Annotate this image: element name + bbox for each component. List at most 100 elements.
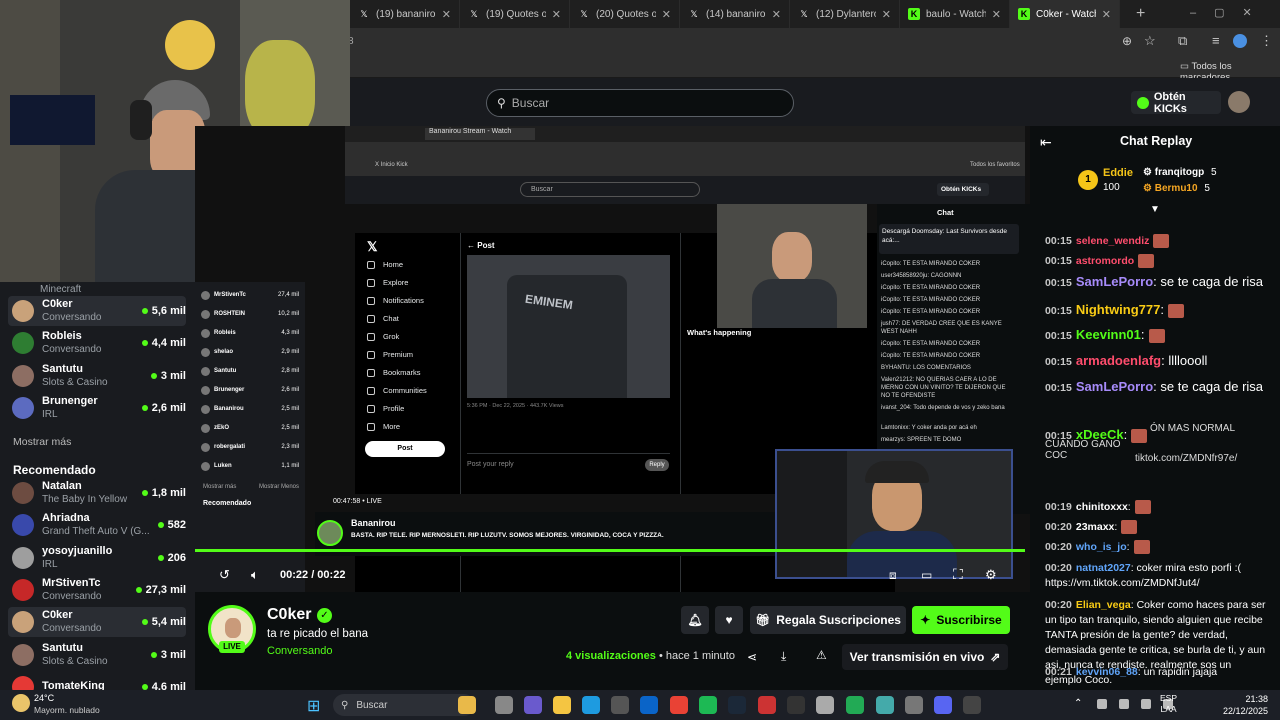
microphone-icon[interactable]	[1119, 699, 1129, 709]
media-icon[interactable]: ≡	[1212, 33, 1220, 48]
chat-username[interactable]: astromordo	[1076, 255, 1134, 267]
sidebar-channel[interactable]: yosoyjuanillo IRL 206	[8, 543, 186, 573]
app-icon[interactable]	[876, 696, 894, 714]
sidebar-channel[interactable]: Santutu Slots & Casino 3 mil	[8, 361, 186, 391]
menu-icon[interactable]: ⋮	[1260, 33, 1273, 49]
theater-mode-icon[interactable]: ▭	[921, 568, 932, 582]
file-explorer-icon[interactable]	[553, 696, 571, 714]
outlook-icon[interactable]	[640, 696, 658, 714]
browser-tab[interactable]: 𝕏 (14) bananirou o ✕	[680, 0, 790, 28]
sidebar-channel[interactable]: Santutu Slots & Casino 3 mil	[8, 640, 186, 670]
app-icon[interactable]	[758, 696, 776, 714]
leader-name[interactable]: Eddie	[1103, 167, 1133, 179]
chat-username[interactable]: Keevinn01	[1076, 327, 1141, 342]
close-tab-icon[interactable]: ✕	[992, 8, 1001, 21]
task-view-icon[interactable]	[495, 696, 513, 714]
store-icon[interactable]	[611, 696, 629, 714]
copilot-icon[interactable]	[524, 696, 542, 714]
chat-username[interactable]: SamLePorro	[1076, 379, 1153, 394]
taskbar-search[interactable]: ⚲ Buscar	[333, 694, 475, 716]
windows-start-icon[interactable]: ⊞	[307, 696, 320, 716]
sidebar-channel[interactable]: Brunenger IRL 2,6 mil	[8, 393, 186, 423]
new-tab-icon[interactable]: +	[1136, 5, 1145, 23]
video-player[interactable]: Bananirou Stream - Watch X Inicio Kick T…	[195, 126, 1030, 592]
clock[interactable]: 21:38 22/12/2025	[1206, 693, 1268, 717]
window-controls[interactable]: –▢✕	[1190, 6, 1270, 19]
second-leader[interactable]: ⚙ franqitogp 5	[1143, 167, 1217, 178]
chat-username[interactable]: who_is_jo	[1076, 541, 1127, 553]
steam-icon[interactable]	[728, 696, 746, 714]
user-avatar[interactable]	[1228, 91, 1250, 113]
close-tab-icon[interactable]: ✕	[552, 8, 561, 21]
report-icon[interactable]: ⚠	[816, 648, 827, 662]
chat-username[interactable]: Elian_vega	[1076, 599, 1131, 611]
expand-leaderboard-icon[interactable]: ▼	[1150, 204, 1160, 215]
app-icon[interactable]	[458, 696, 476, 714]
replay-icon[interactable]: ↺	[219, 567, 230, 583]
chat-username[interactable]: kevvin06_88	[1076, 666, 1138, 678]
fullscreen-icon[interactable]: ⛶	[953, 566, 963, 583]
extensions-icon[interactable]: ⧉	[1178, 33, 1187, 49]
gift-subs-button[interactable]: 🎁︎ Regala Suscripciones	[750, 606, 906, 634]
close-tab-icon[interactable]: ✕	[1102, 8, 1111, 21]
chat-username[interactable]: selene_wendiz	[1076, 235, 1150, 247]
chat-username[interactable]: Nightwing777	[1076, 302, 1161, 317]
chat-username[interactable]: armadoenlafg	[1076, 353, 1161, 368]
volume-icon[interactable]: 🔈︎	[251, 567, 259, 583]
browser-tab[interactable]: 𝕏 (19) bananirou o ✕	[350, 0, 460, 28]
progress-bar[interactable]	[195, 549, 1025, 552]
sidebar-channel[interactable]: C0ker Conversando 5,4 mil	[8, 607, 186, 638]
close-tab-icon[interactable]: ✕	[772, 8, 781, 21]
sidebar-channel[interactable]: Natalan The Baby In Yellow 1,8 mil	[8, 478, 186, 508]
volume-icon[interactable]	[1141, 699, 1151, 709]
collapse-chat-icon[interactable]: ⇤	[1040, 134, 1052, 151]
app-icon[interactable]	[846, 696, 864, 714]
weather-temp[interactable]: 24°C	[34, 693, 54, 703]
settings-icon[interactable]	[905, 696, 923, 714]
get-kicks-button[interactable]: Obtén KICKs	[1131, 91, 1221, 115]
sidebar-channel[interactable]: Ahriadna Grand Theft Auto V (G... 582	[8, 510, 186, 540]
chat-username[interactable]: natnat2027	[1076, 562, 1131, 574]
discord-icon[interactable]	[934, 696, 952, 714]
sidebar-channel[interactable]: MrStivenTc Conversando 27,3 mil	[8, 575, 186, 605]
close-tab-icon[interactable]: ✕	[662, 8, 671, 21]
follow-heart-icon[interactable]: ♥	[715, 606, 743, 634]
subscribe-button[interactable]: ✦ Suscribirse	[912, 606, 1010, 634]
browser-tab[interactable]: 𝕏 (19) Quotes of th ✕	[460, 0, 570, 28]
language-indicator[interactable]: ESP LAA	[1160, 693, 1177, 715]
spotify-icon[interactable]	[699, 696, 717, 714]
chat-username[interactable]: SamLePorro	[1076, 274, 1153, 289]
star-icon[interactable]: ☆	[1144, 33, 1156, 49]
zoom-icon[interactable]: ⊕	[1122, 34, 1132, 48]
browser-tab[interactable]: K C0ker - Watch cli ✕	[1010, 0, 1120, 28]
clip-icon[interactable]: ⧈	[889, 568, 897, 583]
watch-live-button[interactable]: Ver transmisión en vivo ⇗	[842, 644, 1008, 670]
chat-username[interactable]: chinitoxxx	[1076, 501, 1128, 513]
close-tab-icon[interactable]: ✕	[442, 8, 451, 21]
browser-tab[interactable]: 𝕏 (12) Dylantero o ✕	[790, 0, 900, 28]
chat-username[interactable]: 23maxx	[1076, 521, 1115, 533]
show-more-link[interactable]: Mostrar más	[13, 436, 71, 448]
browser-tab[interactable]: 𝕏 (20) Quotes of th ✕	[570, 0, 680, 28]
close-tab-icon[interactable]: ✕	[882, 8, 891, 21]
epic-icon[interactable]	[787, 696, 805, 714]
sidebar-channel[interactable]: C0ker Conversando 5,6 mil	[8, 296, 186, 326]
profile-icon[interactable]	[1233, 34, 1247, 48]
sidebar-channel[interactable]: Robleis Conversando 4,4 mil	[8, 328, 186, 358]
app-icon[interactable]	[816, 696, 834, 714]
network-icon[interactable]	[1097, 699, 1107, 709]
chrome-icon[interactable]	[670, 696, 688, 714]
tray-chevron-icon[interactable]: ⌃	[1074, 698, 1082, 709]
stream-category[interactable]: Conversando	[267, 645, 332, 657]
obs-icon[interactable]	[963, 696, 981, 714]
notification-bell-icon[interactable]: 🔔︎	[681, 606, 709, 634]
download-icon[interactable]: ⤓	[781, 649, 786, 664]
share-icon[interactable]: ⋖	[747, 650, 757, 664]
edge-icon[interactable]	[582, 696, 600, 714]
browser-tab[interactable]: Kbaulo - Watch cli ✕	[900, 0, 1010, 28]
search-input[interactable]: ⚲ Buscar	[486, 89, 794, 117]
emote-icon	[1138, 254, 1155, 269]
channel-name[interactable]: C0ker	[267, 606, 311, 624]
third-leader[interactable]: ⚙ Bermu10 5	[1143, 183, 1210, 194]
settings-icon[interactable]: ⚙	[985, 567, 997, 583]
